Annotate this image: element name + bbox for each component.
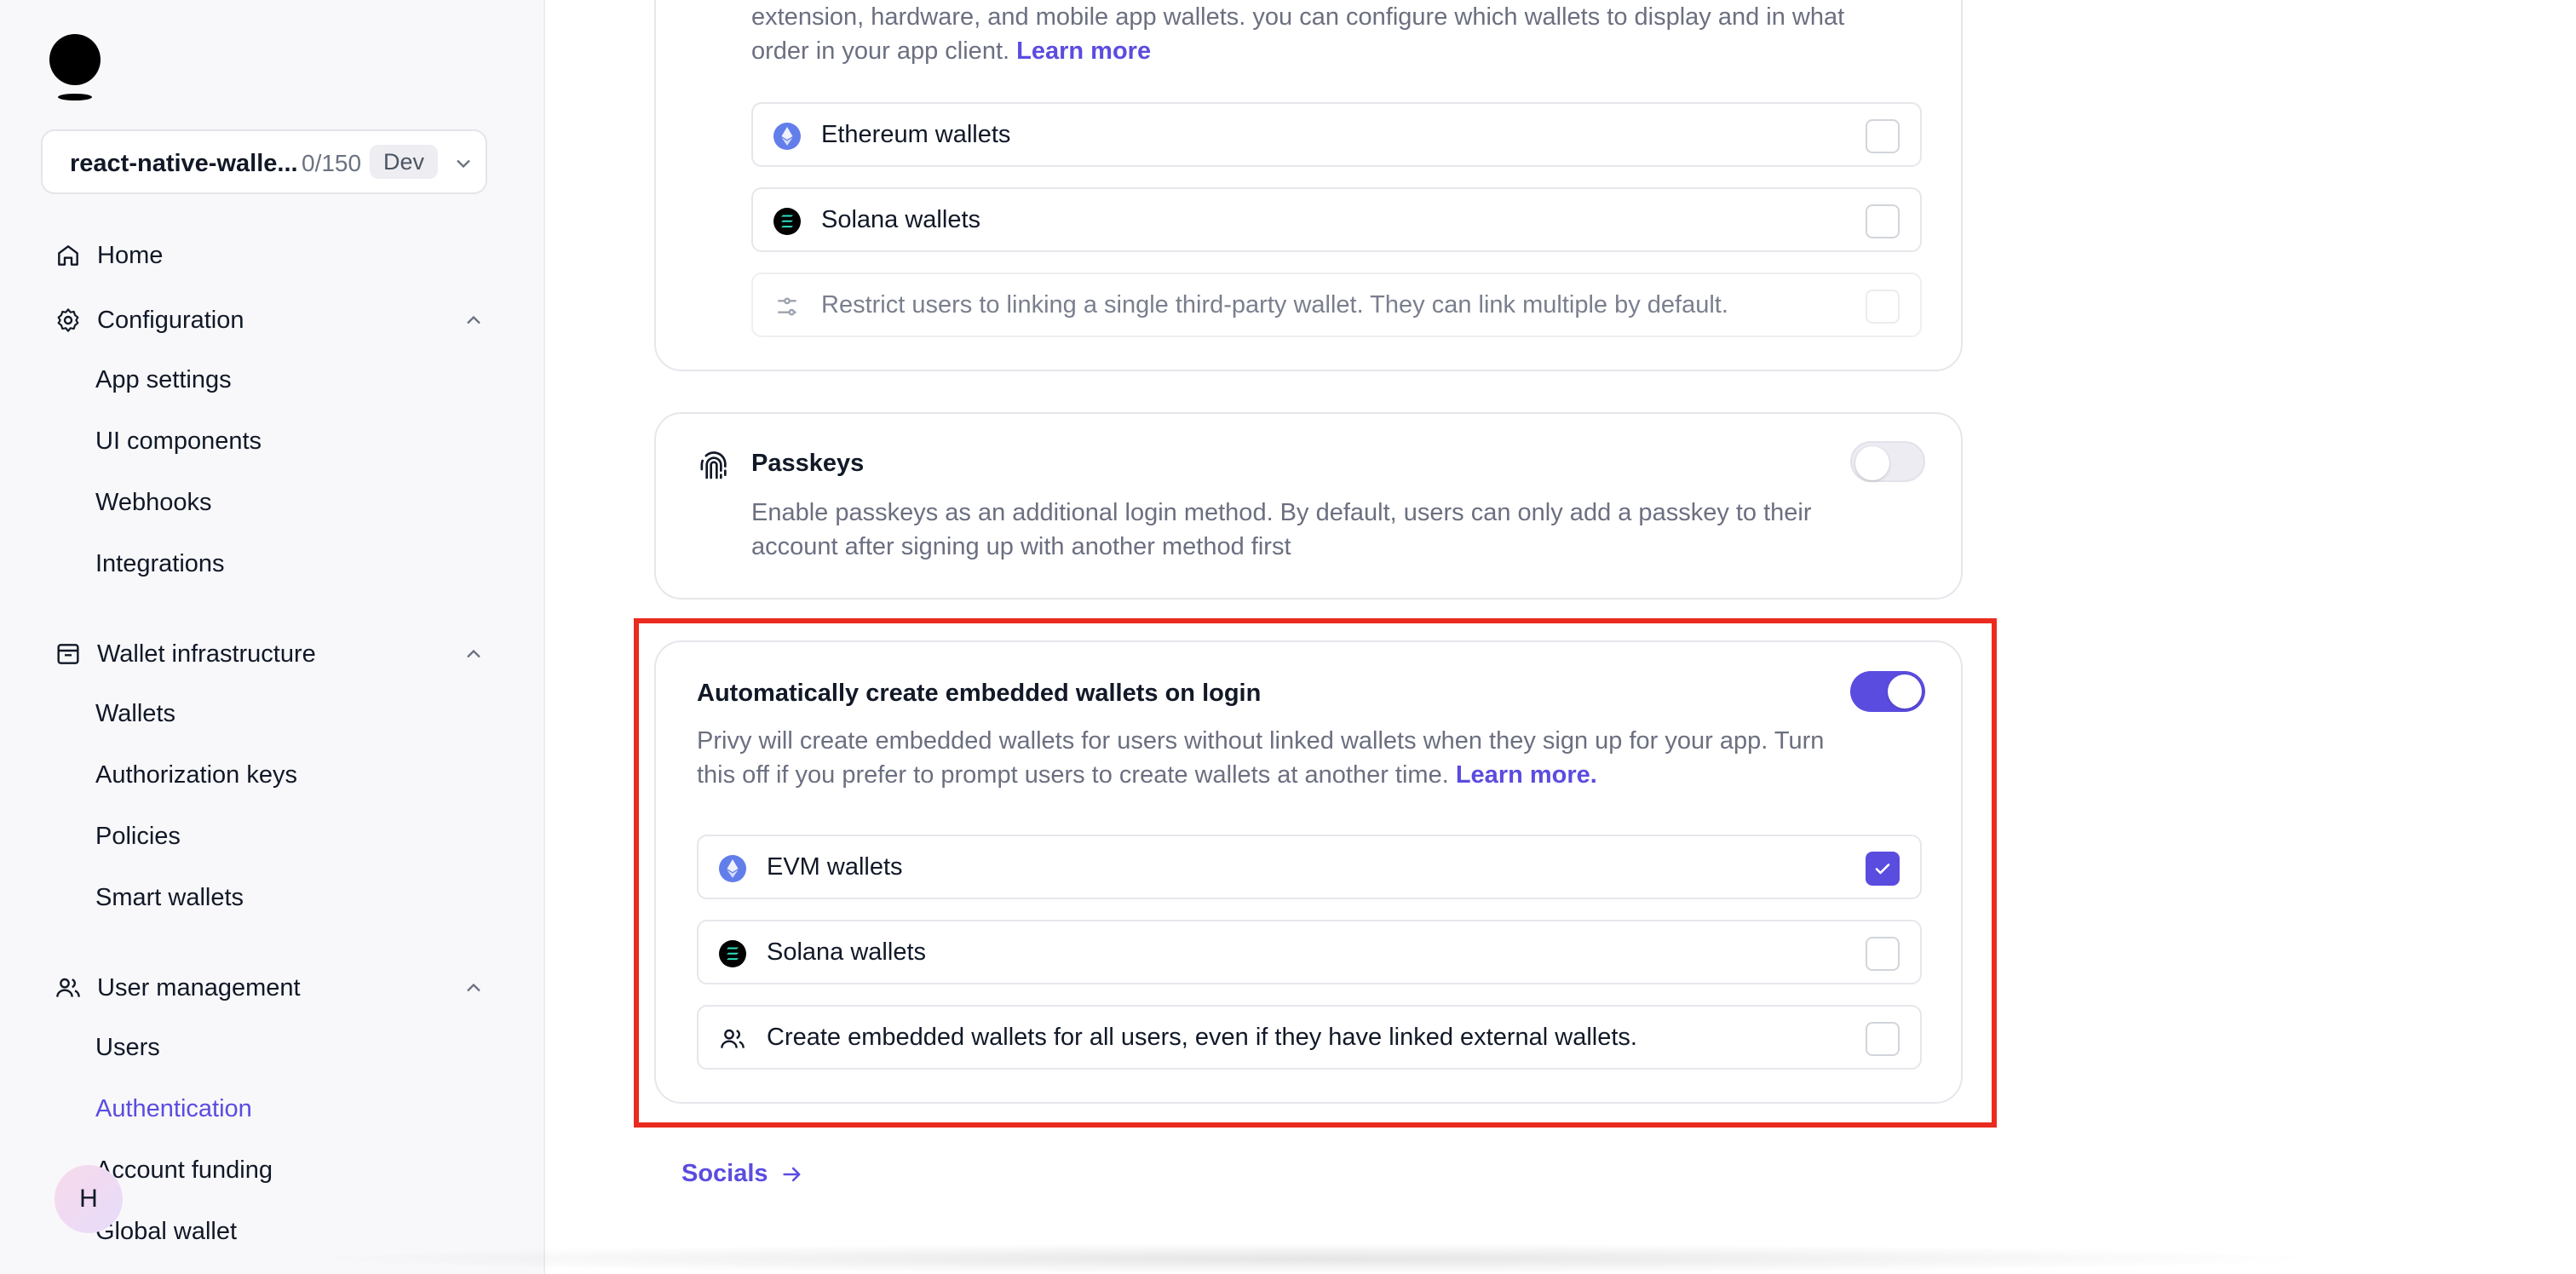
nav-account-funding[interactable]: Account funding	[95, 1156, 273, 1185]
nav-app-settings[interactable]: App settings	[95, 366, 232, 394]
nav-home[interactable]: Home	[55, 235, 163, 276]
users-icon	[56, 978, 80, 997]
restrict-single-wallet-checkbox[interactable]	[1866, 290, 1900, 324]
ethereum-wallets-row[interactable]: Ethereum wallets	[751, 102, 1922, 167]
nav-wallet-infrastructure[interactable]: Wallet infrastructure	[55, 634, 316, 674]
fingerprint-icon	[700, 451, 727, 479]
solana-wallets-checkbox[interactable]	[1866, 204, 1900, 238]
solana-wallets-label: Solana wallets	[821, 206, 980, 233]
archive-icon	[57, 644, 79, 664]
app-name: react-native-walle...	[70, 150, 298, 177]
chevron-down-icon	[457, 159, 470, 169]
bottom-shadow	[290, 1243, 2334, 1274]
ethereum-wallets-checkbox[interactable]	[1866, 119, 1900, 153]
external-wallets-card: extension, hardware, and mobile app wall…	[654, 0, 1963, 371]
socials-link[interactable]: Socials	[681, 1160, 804, 1188]
learn-more-link[interactable]: Learn more	[1016, 37, 1151, 65]
passkeys-card: Passkeys Enable passkeys as an additiona…	[654, 412, 1963, 600]
nav-ui-components[interactable]: UI components	[95, 428, 262, 456]
external-wallets-desc-line1: extension, hardware, and mobile app wall…	[751, 3, 1845, 31]
restrict-single-wallet-label: Restrict users to linking a single third…	[821, 291, 1728, 318]
home-icon	[58, 245, 78, 266]
nav-authorization-keys[interactable]: Authorization keys	[95, 761, 297, 789]
nav-webhooks[interactable]: Webhooks	[95, 489, 212, 517]
highlight-box	[634, 618, 1997, 1128]
chevron-up-icon[interactable]	[462, 976, 486, 1000]
passkeys-description: Enable passkeys as an additional login m…	[751, 496, 1859, 564]
nav-global-wallet[interactable]: Global wallet	[95, 1218, 237, 1246]
toggle-knob	[1855, 446, 1889, 480]
restrict-single-wallet-row[interactable]: Restrict users to linking a single third…	[751, 273, 1922, 337]
nav-wallets[interactable]: Wallets	[95, 700, 175, 728]
avatar-initial: H	[79, 1185, 98, 1213]
passkeys-toggle[interactable]	[1850, 441, 1925, 482]
app-selector[interactable]: react-native-walle... 0/150 Dev	[41, 129, 487, 194]
nav-configuration[interactable]: Configuration	[55, 300, 244, 341]
nav-user-management[interactable]: User management	[55, 967, 301, 1008]
chevron-up-icon[interactable]	[462, 308, 486, 332]
ethereum-wallets-label: Ethereum wallets	[821, 121, 1011, 148]
sliders-icon	[778, 297, 796, 316]
nav-wallet-infrastructure-label: Wallet infrastructure	[97, 640, 316, 668]
env-badge: Dev	[370, 145, 439, 179]
nav-policies[interactable]: Policies	[95, 823, 181, 851]
nav-user-management-label: User management	[97, 973, 301, 1001]
ethereum-icon	[773, 123, 801, 150]
socials-label: Socials	[681, 1160, 768, 1187]
solana-wallets-row[interactable]: Solana wallets	[751, 187, 1922, 252]
passkeys-title: Passkeys	[751, 450, 865, 477]
nav-configuration-label: Configuration	[97, 306, 244, 334]
nav-integrations[interactable]: Integrations	[95, 550, 225, 578]
privy-logo	[49, 34, 101, 100]
passkeys-desc-line2: account after signing up with another me…	[751, 533, 1291, 560]
external-wallets-description: extension, hardware, and mobile app wall…	[751, 0, 1927, 68]
nav-smart-wallets[interactable]: Smart wallets	[95, 884, 244, 912]
app-user-count: 0/150	[302, 150, 362, 176]
nav-authentication[interactable]: Authentication	[95, 1095, 252, 1123]
sidebar: react-native-walle... 0/150 Dev Home Con…	[0, 0, 545, 1274]
arrow-right-icon	[782, 1167, 801, 1181]
avatar[interactable]: H	[55, 1165, 123, 1233]
nav-users[interactable]: Users	[95, 1034, 160, 1062]
nav-home-label: Home	[97, 241, 164, 269]
gear-icon	[57, 308, 79, 332]
passkeys-desc-line1: Enable passkeys as an additional login m…	[751, 499, 1812, 526]
chevron-up-icon[interactable]	[462, 642, 486, 666]
external-wallets-desc-line2: order in your app client.	[751, 37, 1010, 65]
solana-icon	[773, 208, 801, 235]
